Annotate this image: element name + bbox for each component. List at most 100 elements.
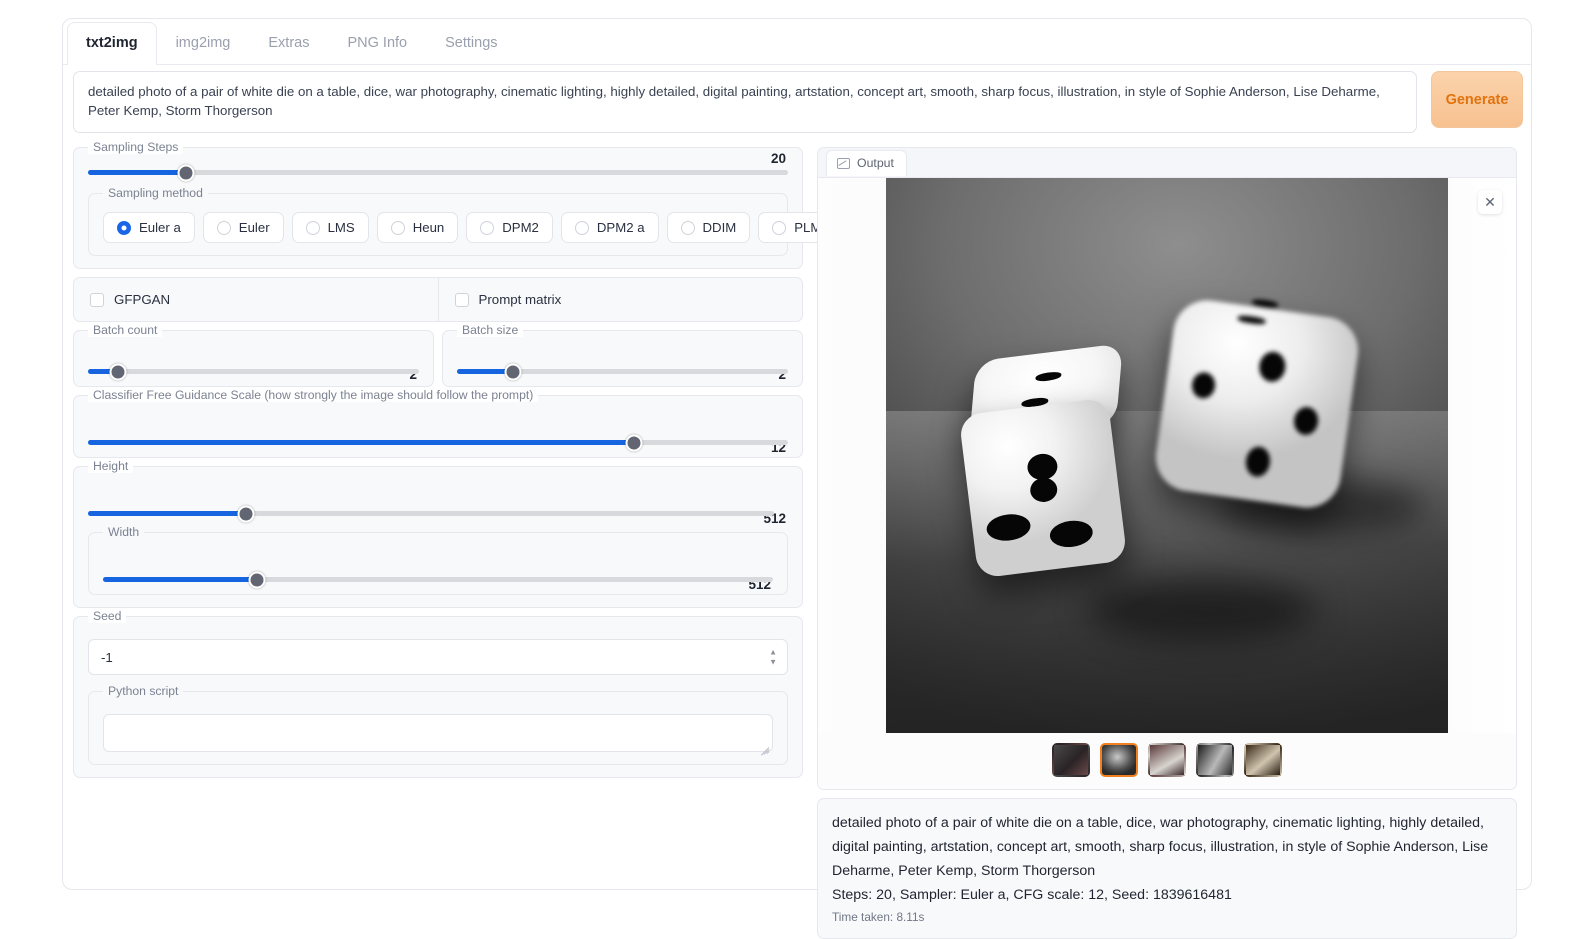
- cfg-scale-label: Classifier Free Guidance Scale (how stro…: [88, 388, 538, 402]
- tab-txt2img[interactable]: txt2img: [67, 22, 157, 65]
- thumbnail-4[interactable]: [1196, 743, 1234, 777]
- sampling-method-label: Sampling method: [103, 186, 208, 200]
- tab-extras[interactable]: Extras: [249, 22, 328, 64]
- radio-heun[interactable]: Heun: [377, 212, 459, 243]
- python-script-resize-grip[interactable]: [757, 737, 770, 750]
- width-thumb[interactable]: [249, 571, 266, 588]
- radio-euler[interactable]: Euler: [203, 212, 284, 243]
- batch-count-track[interactable]: [88, 369, 419, 374]
- die-front: [959, 397, 1128, 578]
- main-tabbar: txt2img img2img Extras PNG Info Settings: [63, 19, 1531, 65]
- radio-lms[interactable]: LMS: [292, 212, 369, 243]
- batch-size-group: Batch size 2: [442, 330, 803, 387]
- radio-dot-selected-icon: [117, 221, 131, 235]
- sampling-steps-label: Sampling Steps: [88, 140, 183, 154]
- prompt-row: detailed photo of a pair of white die on…: [73, 71, 1523, 143]
- thumbnail-strip: [818, 733, 1516, 789]
- dimensions-group: Height 512 Width 512: [73, 466, 803, 608]
- seed-group: Seed -1 ▲ ▼ Python script: [73, 616, 803, 778]
- width-fill: [103, 577, 257, 582]
- radio-dot-icon: [681, 221, 695, 235]
- batch-row: Batch count 2 Batch size 2: [73, 330, 803, 387]
- radio-dot-icon: [575, 221, 589, 235]
- sampling-steps-fill: [88, 170, 186, 175]
- seed-input[interactable]: -1 ▲ ▼: [88, 639, 788, 675]
- cfg-scale-fill: [88, 440, 634, 445]
- batch-count-thumb[interactable]: [109, 363, 126, 380]
- cfg-scale-thumb[interactable]: [626, 434, 643, 451]
- batch-size-track[interactable]: [457, 369, 788, 374]
- batch-count-group: Batch count 2: [73, 330, 434, 387]
- python-script-label: Python script: [103, 684, 183, 698]
- height-label: Height: [88, 459, 133, 473]
- radio-dot-icon: [480, 221, 494, 235]
- output-panel: Output ✕: [817, 147, 1517, 790]
- width-slider[interactable]: 512: [103, 577, 773, 582]
- thumbnail-3[interactable]: [1148, 743, 1186, 777]
- thumbnail-5[interactable]: [1244, 743, 1282, 777]
- python-script-group: Python script: [88, 691, 788, 765]
- radio-dot-icon: [391, 221, 405, 235]
- radio-dpm2[interactable]: DPM2: [466, 212, 553, 243]
- image-stage: ✕: [818, 178, 1516, 733]
- die-back: [1152, 296, 1363, 512]
- height-slider[interactable]: 512: [88, 511, 788, 516]
- tab-png-info[interactable]: PNG Info: [328, 22, 426, 64]
- radio-label: DPM2 a: [597, 220, 645, 235]
- radio-euler-a[interactable]: Euler a: [103, 212, 195, 243]
- output-tab-label: Output: [857, 156, 894, 170]
- chevron-down-icon[interactable]: ▼: [769, 659, 777, 666]
- chevron-up-icon[interactable]: ▲: [769, 649, 777, 656]
- tab-output[interactable]: Output: [826, 150, 907, 176]
- height-thumb[interactable]: [237, 505, 254, 522]
- width-group: Width 512: [88, 532, 788, 595]
- tab-img2img[interactable]: img2img: [157, 22, 250, 64]
- tab-settings[interactable]: Settings: [426, 22, 516, 64]
- radio-label: Euler: [239, 220, 270, 235]
- batch-size-thumb[interactable]: [505, 363, 522, 380]
- caption-meta: Steps: 20, Sampler: Euler a, CFG scale: …: [832, 884, 1502, 906]
- batch-count-slider[interactable]: 2: [88, 369, 419, 374]
- radio-dot-icon: [217, 221, 231, 235]
- width-track[interactable]: [103, 577, 773, 582]
- python-script-input[interactable]: [103, 714, 773, 752]
- caption-prompt: detailed photo of a pair of white die on…: [832, 811, 1502, 883]
- checkbox-prompt-matrix[interactable]: Prompt matrix: [438, 278, 803, 321]
- seed-value: -1: [101, 650, 113, 665]
- radio-label: Heun: [413, 220, 445, 235]
- output-panel-wrapper: Output ✕: [817, 147, 1517, 939]
- sampling-steps-track[interactable]: [88, 170, 788, 175]
- settings-panel: Sampling Steps 20 Sampling method Euler …: [73, 147, 803, 786]
- sampling-steps-value: 20: [771, 151, 786, 166]
- sampling-method-group: Sampling method Euler a Euler LMS: [88, 193, 788, 256]
- radio-ddim[interactable]: DDIM: [667, 212, 751, 243]
- seed-stepper[interactable]: ▲ ▼: [769, 649, 777, 666]
- radio-dpm2-a[interactable]: DPM2 a: [561, 212, 659, 243]
- seed-label: Seed: [88, 609, 126, 623]
- radio-label: DPM2: [502, 220, 539, 235]
- cfg-scale-track[interactable]: [88, 440, 788, 445]
- cfg-scale-slider[interactable]: 12: [88, 440, 788, 445]
- height-track[interactable]: [88, 511, 774, 516]
- radio-dot-icon: [306, 221, 320, 235]
- checkbox-label: Prompt matrix: [479, 292, 562, 307]
- checkbox-icon: [90, 293, 104, 307]
- close-icon[interactable]: ✕: [1478, 190, 1502, 214]
- sampling-steps-thumb[interactable]: [178, 164, 195, 181]
- thumbnail-1[interactable]: [1052, 743, 1090, 777]
- radio-label: LMS: [328, 220, 355, 235]
- thumbnail-2[interactable]: [1100, 743, 1138, 777]
- checkbox-gfpgan[interactable]: GFPGAN: [74, 278, 438, 321]
- sampling-steps-group: Sampling Steps 20 Sampling method Euler …: [73, 147, 803, 269]
- generated-image[interactable]: [886, 178, 1448, 733]
- checkbox-label: GFPGAN: [114, 292, 170, 307]
- prompt-input[interactable]: detailed photo of a pair of white die on…: [73, 71, 1417, 133]
- sampling-steps-slider[interactable]: 20: [88, 170, 788, 175]
- radio-dot-icon: [772, 221, 786, 235]
- image-icon: [837, 158, 850, 169]
- batch-size-slider[interactable]: 2: [457, 369, 788, 374]
- generate-button[interactable]: Generate: [1431, 71, 1523, 128]
- batch-count-label: Batch count: [88, 323, 162, 337]
- output-caption: detailed photo of a pair of white die on…: [817, 798, 1517, 939]
- toggles-group: GFPGAN Prompt matrix: [73, 277, 803, 322]
